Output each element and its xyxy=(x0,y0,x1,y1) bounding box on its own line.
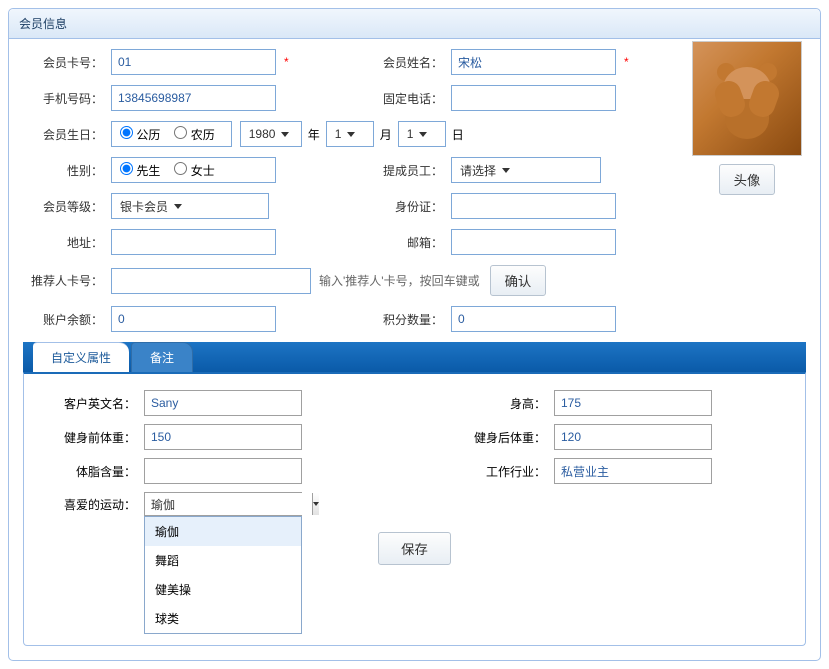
calendar-type-group: 公历 农历 xyxy=(111,121,232,147)
label-name: 会员姓名： xyxy=(363,54,443,71)
bear-illustration xyxy=(707,59,787,139)
day-select[interactable]: 1 xyxy=(398,121,446,147)
dropdown-option[interactable]: 健美操 xyxy=(145,575,301,604)
label-level: 会员等级： xyxy=(23,198,103,215)
label-card-no: 会员卡号： xyxy=(23,54,103,71)
radio-lunar[interactable]: 农历 xyxy=(174,126,214,143)
label-balance: 账户余额： xyxy=(23,311,103,328)
label-mobile: 手机号码： xyxy=(23,90,103,107)
dropdown-option[interactable]: 舞蹈 xyxy=(145,546,301,575)
chevron-down-icon xyxy=(313,502,319,506)
required-mark: * xyxy=(284,55,289,69)
weight-after-input[interactable] xyxy=(554,424,712,450)
address-input[interactable] xyxy=(111,229,276,255)
referrer-input[interactable] xyxy=(111,268,311,294)
en-name-input[interactable] xyxy=(144,390,302,416)
label-gender: 性别： xyxy=(23,162,103,179)
chevron-down-icon xyxy=(174,204,182,209)
tabs-bar: 自定义属性 备注 xyxy=(23,342,806,372)
favorite-sport-input[interactable] xyxy=(145,493,312,515)
save-button[interactable]: 保存 xyxy=(378,532,451,565)
idcard-input[interactable] xyxy=(451,193,616,219)
height-input[interactable] xyxy=(554,390,712,416)
chevron-down-icon xyxy=(419,132,427,137)
chevron-down-icon xyxy=(347,132,355,137)
chevron-down-icon xyxy=(502,168,510,173)
label-tel: 固定电话： xyxy=(363,90,443,107)
gender-group: 先生 女士 xyxy=(111,157,276,183)
industry-input[interactable] xyxy=(554,458,712,484)
name-input[interactable] xyxy=(451,49,616,75)
avatar-button[interactable]: 头像 xyxy=(719,164,776,195)
label-idcard: 身份证： xyxy=(363,198,443,215)
member-info-panel: 会员信息 头像 会员卡号： * 会员姓名： xyxy=(8,8,821,661)
chevron-down-icon xyxy=(281,132,289,137)
required-mark: * xyxy=(624,55,629,69)
label-staff: 提成员工： xyxy=(363,162,443,179)
label-weight-after: 健身后体重： xyxy=(454,429,546,446)
label-weight-before: 健身前体重： xyxy=(44,429,136,446)
radio-solar[interactable]: 公历 xyxy=(120,126,160,143)
label-body-fat: 体脂含量： xyxy=(44,463,136,480)
tel-input[interactable] xyxy=(451,85,616,111)
card-no-input[interactable] xyxy=(111,49,276,75)
tab-custom-attributes[interactable]: 自定义属性 xyxy=(33,342,129,372)
tab-remark[interactable]: 备注 xyxy=(131,342,193,372)
day-unit: 日 xyxy=(452,126,464,143)
label-referrer: 推荐人卡号： xyxy=(23,272,103,289)
radio-female[interactable]: 女士 xyxy=(174,162,214,179)
weight-before-input[interactable] xyxy=(144,424,302,450)
favorite-sport-combo[interactable]: 瑜伽 舞蹈 健美操 球类 xyxy=(144,492,302,516)
combo-dropdown-button[interactable] xyxy=(312,493,319,515)
balance-input[interactable] xyxy=(111,306,276,332)
label-points: 积分数量： xyxy=(363,311,443,328)
tab-content-custom: 客户英文名： 身高： 健身前体重： 健身后体重： xyxy=(23,372,806,646)
form-body: 头像 会员卡号： * 会员姓名： * 手机号码： 固定电话： xyxy=(9,39,820,332)
referrer-hint: 输入'推荐人'卡号，按回车键或 xyxy=(319,272,480,289)
label-address: 地址： xyxy=(23,234,103,251)
mobile-input[interactable] xyxy=(111,85,276,111)
confirm-button[interactable]: 确认 xyxy=(490,265,547,296)
label-en-name: 客户英文名： xyxy=(44,395,136,412)
points-input[interactable] xyxy=(451,306,616,332)
staff-select[interactable]: 请选择 xyxy=(451,157,601,183)
dropdown-option[interactable]: 球类 xyxy=(145,604,301,633)
avatar-section: 头像 xyxy=(692,41,802,195)
email-input[interactable] xyxy=(451,229,616,255)
month-unit: 月 xyxy=(380,126,392,143)
year-select[interactable]: 1980 xyxy=(240,121,302,147)
radio-male[interactable]: 先生 xyxy=(120,162,160,179)
year-unit: 年 xyxy=(308,126,320,143)
dropdown-option[interactable]: 瑜伽 xyxy=(145,517,301,546)
level-select[interactable]: 银卡会员 xyxy=(111,193,269,219)
avatar-image xyxy=(692,41,802,156)
label-email: 邮箱： xyxy=(363,234,443,251)
label-industry: 工作行业： xyxy=(454,463,546,480)
month-select[interactable]: 1 xyxy=(326,121,374,147)
label-height: 身高： xyxy=(454,395,546,412)
label-favorite-sport: 喜爱的运动： xyxy=(44,496,136,513)
body-fat-input[interactable] xyxy=(144,458,302,484)
panel-title: 会员信息 xyxy=(9,9,820,39)
label-birthday: 会员生日： xyxy=(23,126,103,143)
favorite-sport-dropdown: 瑜伽 舞蹈 健美操 球类 xyxy=(144,516,302,634)
